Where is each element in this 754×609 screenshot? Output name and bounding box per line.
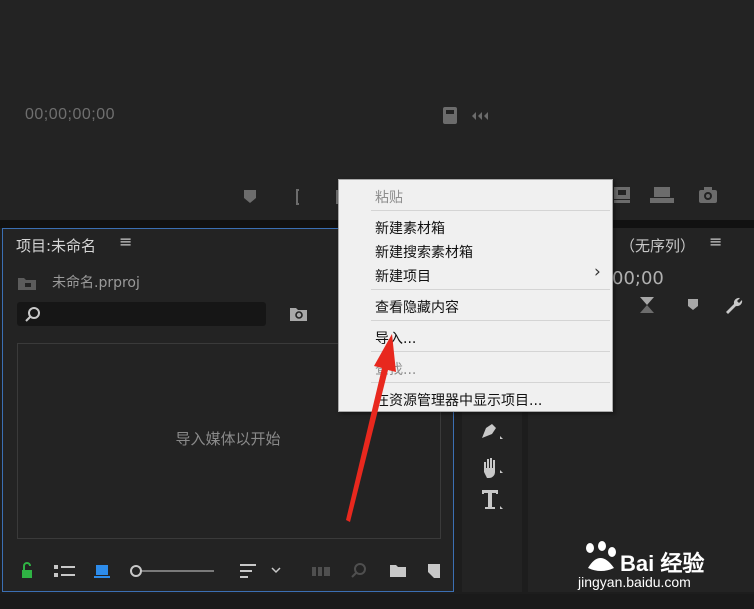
- project-search-input[interactable]: [17, 302, 266, 326]
- mark-in-icon[interactable]: [296, 189, 299, 205]
- lift-icon[interactable]: [614, 187, 630, 203]
- menu-item-view-hidden[interactable]: 查看隐藏内容: [375, 297, 459, 317]
- export-frame-icon[interactable]: [443, 107, 457, 124]
- zoom-slider[interactable]: [130, 565, 214, 577]
- type-icon[interactable]: [482, 490, 503, 509]
- watermark-url: jingyan.baidu.com: [578, 574, 691, 590]
- find-folder-icon[interactable]: [288, 304, 310, 324]
- sort-icon[interactable]: [240, 564, 256, 578]
- search-icon: [25, 307, 40, 322]
- source-monitor-controls: [443, 107, 488, 124]
- find-icon[interactable]: [351, 563, 366, 578]
- extract-icon[interactable]: [650, 187, 674, 203]
- lock-icon[interactable]: [22, 562, 32, 578]
- menu-item-new-item[interactable]: 新建项目: [375, 266, 431, 286]
- list-view-icon[interactable]: [54, 565, 75, 577]
- menu-separator: [371, 289, 610, 290]
- source-timecode[interactable]: 00;00;00;00: [25, 106, 115, 124]
- chevron-down-icon[interactable]: [271, 567, 281, 574]
- menu-item-new-search-bin[interactable]: 新建搜索素材箱: [375, 242, 473, 262]
- status-bar: [0, 594, 754, 609]
- submenu-arrow-icon: ›: [594, 262, 601, 282]
- timeline-tools: [640, 297, 743, 314]
- new-item-icon[interactable]: [428, 564, 440, 578]
- project-panel-menu-icon[interactable]: ≡: [119, 232, 132, 251]
- program-panel-menu-icon[interactable]: ≡: [709, 232, 722, 251]
- project-panel-title[interactable]: 项目:未命名: [16, 235, 96, 256]
- hand-icon[interactable]: [484, 458, 503, 478]
- menu-separator: [371, 210, 610, 211]
- program-timecode[interactable]: 00;00: [612, 268, 664, 289]
- new-bin-icon[interactable]: [390, 565, 406, 577]
- source-transport-bar: [244, 189, 342, 205]
- project-folder-icon: [18, 278, 36, 290]
- icon-view-icon[interactable]: [94, 565, 110, 578]
- camera-icon[interactable]: [699, 187, 717, 203]
- marker-icon[interactable]: [244, 190, 256, 203]
- drag-audio-icon[interactable]: [472, 112, 488, 120]
- menu-item-new-bin[interactable]: 新建素材箱: [375, 218, 445, 238]
- wrench-icon[interactable]: [726, 297, 743, 314]
- annotation-arrow: [346, 334, 396, 522]
- pen-icon[interactable]: [482, 424, 503, 439]
- menu-item-paste[interactable]: 粘贴: [375, 187, 403, 207]
- tools-icons: [482, 424, 503, 509]
- snap-icon[interactable]: [640, 297, 654, 313]
- marker-icon[interactable]: [688, 299, 698, 310]
- project-footer-toolbar: [22, 562, 440, 578]
- program-transport-bar: [614, 187, 717, 203]
- automate-sequence-icon[interactable]: [312, 567, 330, 576]
- program-panel-title[interactable]: （无序列）: [620, 235, 695, 256]
- baidu-paw-icon: [586, 541, 616, 571]
- project-file-name: 未命名.prproj: [52, 275, 140, 291]
